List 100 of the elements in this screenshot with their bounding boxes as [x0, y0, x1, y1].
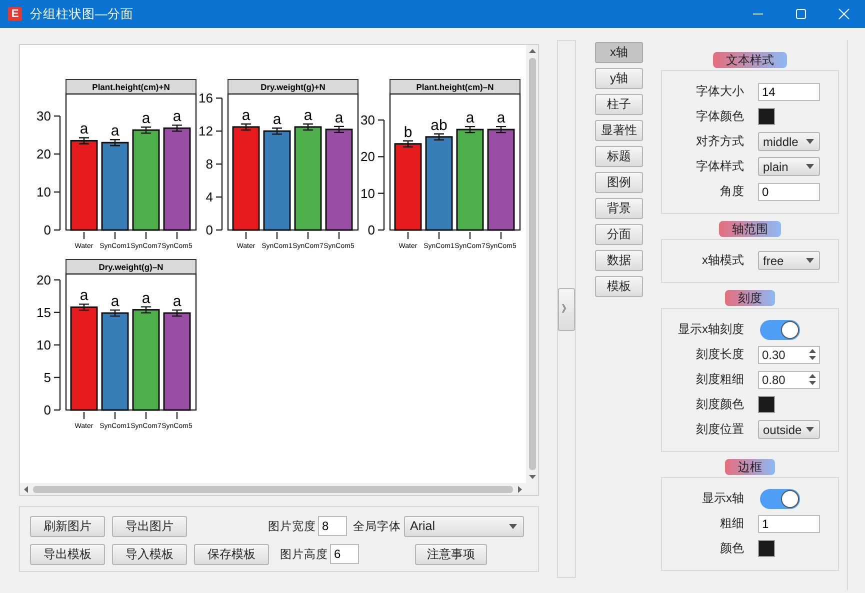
- error-bar: [464, 126, 476, 134]
- error-bar: [78, 137, 90, 144]
- axis-label: 0: [368, 222, 375, 238]
- scroll-up-icon[interactable]: [528, 49, 536, 53]
- error-bar: [495, 126, 507, 134]
- error-bar: [302, 123, 314, 131]
- significance-letter: a: [172, 108, 182, 126]
- axis-label: 10: [36, 337, 51, 352]
- toggle-switch[interactable]: [760, 320, 800, 340]
- error-bar: [271, 128, 283, 135]
- significance-letter: a: [496, 110, 506, 127]
- notes-button[interactable]: 注意事项: [415, 544, 487, 564]
- side-tab[interactable]: 模板: [595, 276, 643, 297]
- axis-label: 5: [44, 370, 51, 385]
- spin-field[interactable]: 0.80: [758, 370, 820, 388]
- significance-letter: a: [80, 287, 88, 304]
- side-tab[interactable]: x轴: [595, 42, 643, 63]
- dropdown-caret-icon: [509, 524, 517, 528]
- axis-label: 30: [360, 112, 375, 128]
- dropdown-caret-icon: [806, 164, 814, 169]
- significance-letter: a: [334, 109, 344, 126]
- side-tab[interactable]: 图例: [595, 172, 643, 193]
- maximize-icon[interactable]: [795, 8, 807, 20]
- setting-label: 刻度位置: [695, 421, 744, 438]
- panel-title: Plant.height(cm)+N: [92, 82, 170, 92]
- axis-label: 0: [44, 402, 51, 418]
- side-tab[interactable]: y轴: [595, 68, 643, 89]
- field-label: 图片高度: [280, 547, 328, 562]
- setting-label: 角度: [719, 183, 744, 200]
- app-icon: E: [8, 7, 22, 21]
- setting-label: 显示x轴: [701, 490, 744, 507]
- spin-field[interactable]: 0.30: [758, 346, 820, 364]
- side-tab[interactable]: 数据: [595, 250, 643, 271]
- side-tab[interactable]: 标题: [595, 146, 643, 167]
- dropdown[interactable]: middle: [758, 132, 820, 151]
- significance-letter: b: [404, 124, 412, 141]
- axis-label: 16: [198, 90, 213, 106]
- toolbar-button[interactable]: 刷新图片: [30, 516, 105, 536]
- scroll-right-icon[interactable]: [518, 486, 522, 492]
- error-bar: [433, 133, 445, 140]
- side-tab[interactable]: 背景: [595, 198, 643, 219]
- dropdown[interactable]: free: [758, 251, 820, 270]
- side-tab[interactable]: 显著性: [595, 120, 643, 141]
- dropdown-caret-icon: [806, 427, 814, 432]
- input-field[interactable]: 0: [758, 182, 820, 200]
- dropdown-caret-icon: [806, 258, 814, 263]
- toolbar-button[interactable]: 导出图片: [112, 516, 187, 536]
- error-bar: [333, 126, 345, 134]
- setting-label: 刻度长度: [695, 346, 744, 363]
- setting-label: 刻度颜色: [695, 396, 744, 413]
- significance-letter: a: [110, 293, 120, 310]
- error-bar: [78, 304, 90, 311]
- toggle-switch[interactable]: [760, 488, 800, 508]
- panel-title: Dry.weight(g)+N: [260, 82, 326, 92]
- input-field[interactable]: 1: [758, 514, 820, 532]
- panel-title: Dry.weight(g)–N: [98, 262, 164, 272]
- dropdown[interactable]: plain: [758, 157, 820, 176]
- side-tab[interactable]: 柱子: [595, 94, 643, 115]
- toolbar-button[interactable]: 保存模板: [194, 544, 269, 564]
- dropdown[interactable]: outside: [758, 420, 820, 439]
- dropdown-caret-icon: [806, 139, 814, 144]
- error-bar: [109, 139, 121, 146]
- width-field[interactable]: 8: [318, 516, 347, 536]
- input-field[interactable]: 14: [758, 82, 820, 100]
- section-header: 边框: [725, 459, 775, 475]
- significance-letter: a: [242, 106, 250, 124]
- setting-label: 对齐方式: [695, 133, 744, 150]
- error-bar: [140, 306, 152, 314]
- height-field[interactable]: 6: [330, 544, 359, 564]
- section-header: 刻度: [725, 290, 775, 306]
- toolbar-button[interactable]: 导入模板: [112, 544, 187, 564]
- axis-label: 20: [36, 146, 51, 162]
- color-swatch[interactable]: [758, 396, 775, 413]
- significance-letter: a: [142, 290, 150, 307]
- section-header: 轴范围: [719, 221, 781, 237]
- side-tab[interactable]: 分面: [595, 224, 643, 245]
- significance-letter: a: [304, 106, 312, 124]
- significance-letter: a: [466, 110, 474, 127]
- significance-letter: a: [110, 122, 120, 140]
- axis-label: 10: [360, 186, 375, 201]
- setting-label: 字体颜色: [695, 108, 744, 125]
- toolbar-button[interactable]: 导出模板: [30, 544, 105, 564]
- section-header: 文本样式: [713, 52, 787, 68]
- scroll-down-icon[interactable]: [528, 475, 536, 479]
- axis-label: 10: [36, 184, 51, 200]
- axis-label: 15: [36, 304, 51, 320]
- axis-label: 4: [206, 190, 213, 205]
- scroll-left-icon[interactable]: [24, 486, 28, 492]
- significance-letter: ab: [430, 116, 448, 134]
- error-bar: [402, 140, 414, 148]
- setting-label: x轴模式: [701, 252, 744, 269]
- field-label: 全局字体: [353, 519, 401, 534]
- color-swatch[interactable]: [758, 108, 775, 125]
- close-icon[interactable]: [838, 8, 850, 20]
- font-select[interactable]: Arial: [404, 516, 524, 536]
- color-swatch[interactable]: [758, 540, 775, 557]
- setting-label: 字体大小: [695, 83, 744, 100]
- axis-label: 12: [198, 124, 213, 139]
- collapse-button[interactable]: 》: [558, 288, 575, 330]
- significance-letter: a: [142, 110, 150, 128]
